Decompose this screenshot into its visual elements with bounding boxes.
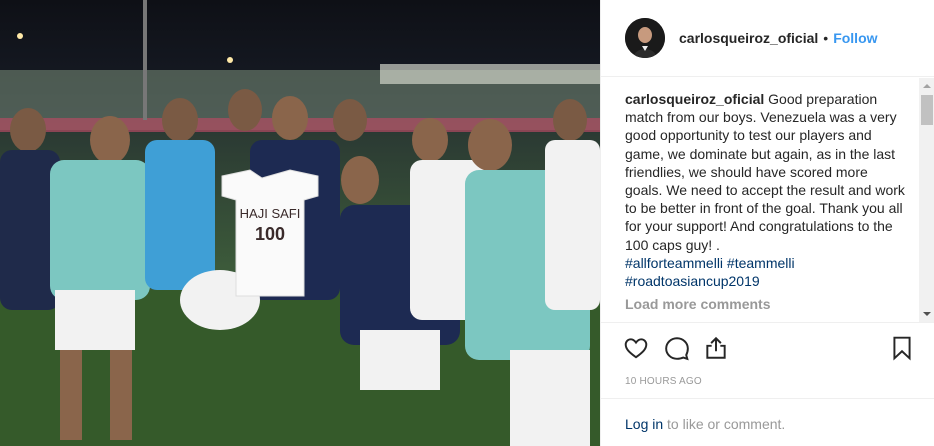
comments-scrollbar[interactable] xyxy=(919,78,934,322)
caption-username[interactable]: carlosqueiroz_oficial xyxy=(625,91,764,107)
login-link[interactable]: Log in xyxy=(625,416,663,432)
post-actions xyxy=(601,322,934,366)
post-photo-illustration: HAJI SAFI 100 xyxy=(0,0,600,446)
shirt-name-text: HAJI SAFI xyxy=(240,206,301,221)
login-prompt-text: to like or comment. xyxy=(663,416,786,432)
post-timestamp: 10 HOURS AGO xyxy=(625,376,702,387)
tribute-shirt: HAJI SAFI 100 xyxy=(221,169,319,297)
share-icon[interactable] xyxy=(703,335,729,361)
login-prompt: Log in to like or comment. xyxy=(601,398,934,446)
header-text: carlosqueiroz_oficial • Follow xyxy=(679,30,878,46)
follow-button[interactable]: Follow xyxy=(833,30,877,46)
comments-area[interactable]: carlosqueiroz_oficial Good preparation m… xyxy=(601,78,934,322)
scroll-up-arrow[interactable] xyxy=(919,78,934,94)
post-photo[interactable]: HAJI SAFI 100 xyxy=(0,0,600,446)
avatar[interactable] xyxy=(625,18,665,58)
caption-text: Good preparation match from our boys. Ve… xyxy=(625,91,905,253)
shirt-number-text: 100 xyxy=(255,224,285,244)
bookmark-icon[interactable] xyxy=(889,335,915,361)
scroll-down-arrow[interactable] xyxy=(919,306,934,322)
caption-hashtags-line2[interactable]: #roadtoasiancup2019 xyxy=(625,272,907,290)
comment-icon[interactable] xyxy=(664,335,690,361)
post-header: carlosqueiroz_oficial • Follow xyxy=(601,0,934,77)
scrollbar-thumb[interactable] xyxy=(921,95,933,125)
avatar-image xyxy=(625,18,665,58)
heart-icon[interactable] xyxy=(623,335,649,361)
post-sidebar: carlosqueiroz_oficial • Follow carlosque… xyxy=(600,0,934,446)
post-caption: carlosqueiroz_oficial Good preparation m… xyxy=(625,90,907,290)
header-username[interactable]: carlosqueiroz_oficial xyxy=(679,30,818,46)
load-more-comments-button[interactable]: Load more comments xyxy=(625,296,770,312)
header-separator: • xyxy=(823,30,829,46)
caption-hashtags-line1[interactable]: #allforteammelli #teammelli xyxy=(625,254,907,272)
